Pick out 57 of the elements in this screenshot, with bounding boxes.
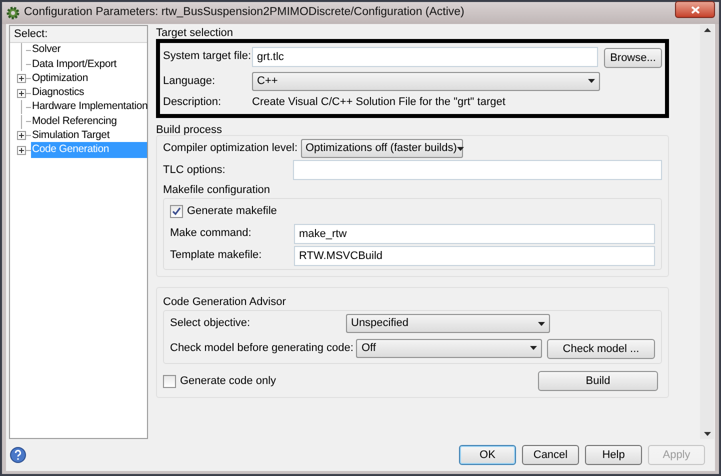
tree-item[interactable]: Hardware Implementation — [31, 99, 149, 116]
expand-icon[interactable] — [17, 146, 26, 155]
group-title: Makefile configuration — [163, 183, 272, 198]
template-makefile-field[interactable]: RTW.MSVCBuild — [294, 246, 655, 266]
make-command-field[interactable]: make_rtw — [294, 224, 655, 244]
dropdown[interactable]: Off — [356, 338, 542, 358]
field-label: TLC options: — [163, 162, 226, 178]
button[interactable]: Check model ... — [547, 339, 655, 360]
caret-icon — [538, 322, 545, 326]
dropdown[interactable]: Optimizations off (faster builds) — [300, 139, 462, 158]
caret-icon — [456, 146, 464, 150]
field-label: System target file: — [163, 49, 252, 64]
tree-item[interactable]: Solver — [31, 42, 62, 58]
button[interactable]: Browse... — [604, 48, 662, 68]
help-icon[interactable] — [10, 447, 26, 463]
field-label: Select objective: — [170, 316, 252, 332]
tree-header: Select: — [10, 26, 147, 43]
description-text: Create Visual C/C++ Solution File for the "grt" target — [252, 95, 506, 110]
dropdown[interactable]: Unspecified — [346, 314, 550, 333]
close-icon — [690, 6, 700, 14]
group-title: Build process — [156, 122, 224, 138]
tree-item[interactable]: Simulation Target — [31, 128, 111, 144]
scroll-down-icon[interactable] — [704, 432, 710, 436]
field-label: Language: — [163, 74, 216, 89]
tree-item[interactable]: Model Referencing — [31, 114, 118, 130]
tlc-options-field[interactable] — [293, 160, 662, 180]
checkbox[interactable] — [163, 374, 176, 388]
expand-icon[interactable] — [17, 88, 26, 98]
close-button[interactable] — [675, 1, 715, 18]
field-label: Compiler optimization level: — [163, 141, 298, 156]
dropdown[interactable]: C++ — [252, 72, 600, 90]
field-label: Generate code only — [180, 374, 278, 389]
group-title: Target selection — [156, 26, 234, 41]
expand-icon[interactable] — [17, 131, 26, 140]
expand-icon[interactable] — [17, 74, 26, 84]
dialog-button[interactable]: Help — [585, 445, 642, 465]
caret-icon — [588, 79, 595, 83]
tree-item[interactable]: Optimization — [31, 70, 89, 87]
gear-icon — [6, 6, 20, 20]
field-label: Description: — [163, 95, 222, 110]
caret-icon — [530, 346, 537, 350]
field-label: Make command: — [170, 226, 252, 242]
dialog-button[interactable]: Cancel — [522, 445, 579, 465]
tree-item[interactable]: Diagnostics — [31, 85, 86, 101]
check-icon — [172, 207, 181, 216]
group-title: Code Generation Advisor — [163, 294, 287, 310]
scrollbar[interactable] — [700, 25, 714, 439]
tree-item[interactable]: Data Import/Export — [31, 56, 118, 72]
window-title: Configuration Parameters: rtw_BusSuspension2PMIMODiscrete/Configuration (Active) — [24, 5, 466, 20]
field-label: Generate makefile — [187, 204, 278, 220]
field-label: Check model before generating code: — [170, 340, 354, 356]
button[interactable]: Build — [538, 371, 658, 391]
checkbox[interactable] — [170, 205, 183, 218]
dialog-button[interactable]: OK — [459, 445, 516, 465]
field-label: Template makefile: — [170, 248, 263, 264]
target-file-field[interactable]: grt.tlc — [252, 46, 598, 66]
scroll-up-icon[interactable] — [704, 28, 710, 32]
